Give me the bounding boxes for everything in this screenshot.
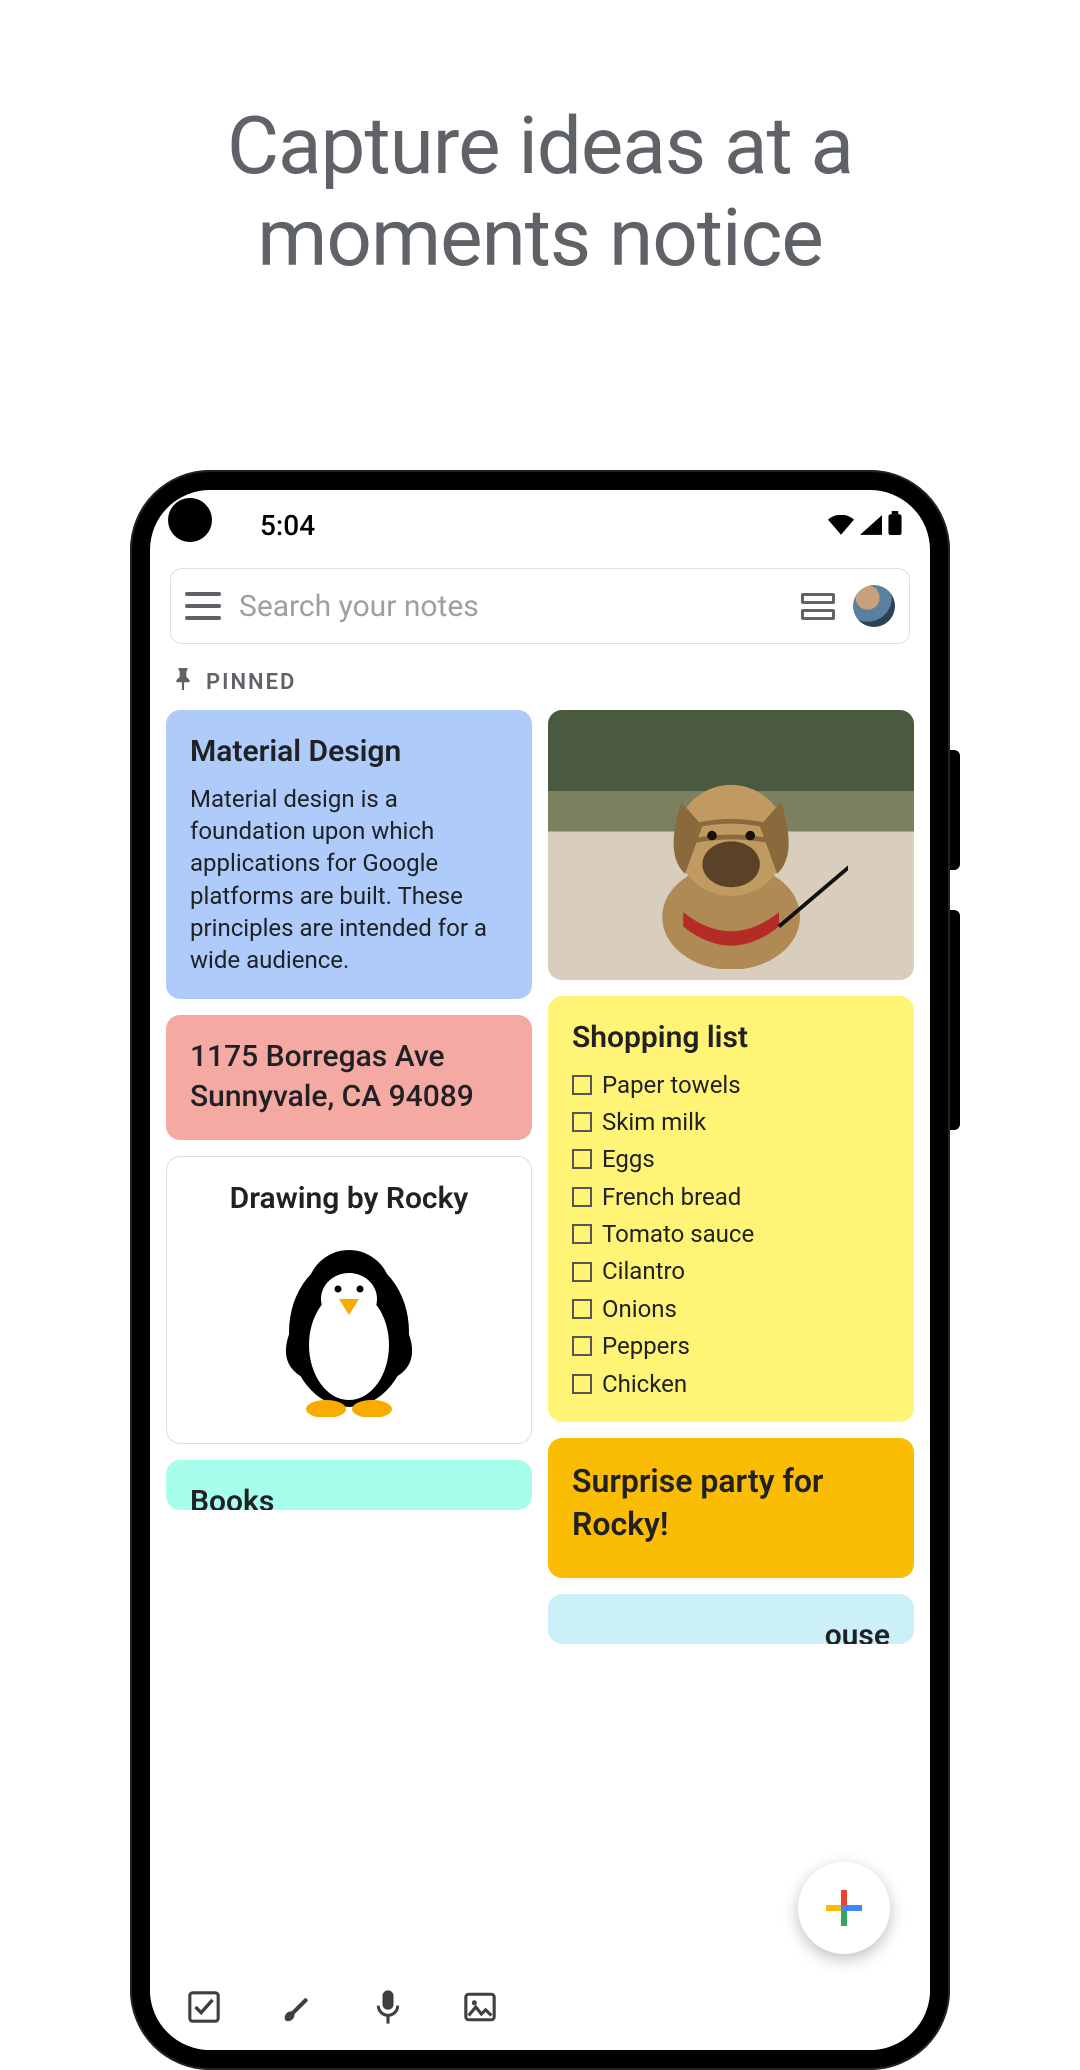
note-body: Material design is a foundation upon whi…: [190, 783, 508, 977]
checklist-item[interactable]: Paper towels: [572, 1069, 890, 1101]
checkbox-icon[interactable]: [572, 1149, 592, 1169]
note-title: Books: [190, 1482, 508, 1510]
checklist-item-label: Eggs: [602, 1143, 655, 1175]
checkbox-icon[interactable]: [572, 1187, 592, 1207]
search-bar[interactable]: Search your notes: [170, 568, 910, 644]
note-body: 1175 Borregas Ave Sunnyvale, CA 94089: [190, 1037, 508, 1118]
checklist-item[interactable]: French bread: [572, 1181, 890, 1213]
pinned-section-header: PINNED: [150, 658, 930, 710]
checkbox-icon[interactable]: [572, 1112, 592, 1132]
checkbox-icon[interactable]: [572, 1224, 592, 1244]
image-icon[interactable]: [460, 1987, 500, 2027]
note-books[interactable]: Books: [166, 1460, 532, 1510]
checklist-item[interactable]: Cilantro: [572, 1255, 890, 1287]
status-bar: 5:04: [150, 490, 930, 560]
phone-side-button: [950, 750, 960, 870]
phone-frame: 5:04 Search your notes: [130, 470, 950, 2070]
plus-icon: [822, 1886, 866, 1930]
checkbox-icon[interactable]: [572, 1336, 592, 1356]
checklist-item-label: Paper towels: [602, 1069, 741, 1101]
checklist-item-label: Onions: [602, 1293, 677, 1325]
note-title: Material Design: [190, 732, 508, 773]
checklist-item[interactable]: Tomato sauce: [572, 1218, 890, 1250]
drawing-image: [191, 1229, 507, 1421]
checkbox-icon[interactable]: [572, 1374, 592, 1394]
cellular-icon: [860, 509, 882, 542]
battery-icon: [888, 509, 902, 542]
note-title: Drawing by Rocky: [191, 1179, 507, 1220]
checklist-item-label: Peppers: [602, 1330, 690, 1362]
checkbox-tool-icon[interactable]: [184, 1987, 224, 2027]
checklist-item-label: Tomato sauce: [602, 1218, 754, 1250]
checklist-item[interactable]: Chicken: [572, 1368, 890, 1400]
wifi-icon: [828, 509, 854, 542]
checklist-item[interactable]: Skim milk: [572, 1106, 890, 1138]
note-title: Shopping list: [572, 1018, 890, 1059]
checklist-item[interactable]: Eggs: [572, 1143, 890, 1175]
note-material-design[interactable]: Material Design Material design is a fou…: [166, 710, 532, 999]
layout-toggle-icon[interactable]: [801, 593, 835, 620]
checklist-item-label: French bread: [602, 1181, 741, 1213]
microphone-icon[interactable]: [368, 1987, 408, 2027]
bottom-toolbar: [150, 1964, 930, 2050]
checklist: Paper towels Skim milk Eggs French bread Tom…: [572, 1069, 890, 1401]
checkbox-icon[interactable]: [572, 1075, 592, 1095]
checklist-item[interactable]: Peppers: [572, 1330, 890, 1362]
note-title-fragment: ouse: [572, 1616, 890, 1644]
brush-icon[interactable]: [276, 1987, 316, 2027]
account-avatar[interactable]: [853, 585, 895, 627]
checklist-item-label: Cilantro: [602, 1255, 685, 1287]
menu-icon[interactable]: [185, 592, 221, 620]
phone-screen: 5:04 Search your notes: [150, 490, 930, 2050]
note-house[interactable]: ouse: [548, 1594, 914, 1644]
phone-side-button: [950, 910, 960, 1130]
checklist-item-label: Chicken: [602, 1368, 687, 1400]
notes-area: Material Design Material design is a fou…: [150, 710, 930, 2050]
new-note-fab[interactable]: [798, 1862, 890, 1954]
checkbox-icon[interactable]: [572, 1262, 592, 1282]
phone-camera-cutout: [168, 498, 212, 542]
checklist-item[interactable]: Onions: [572, 1293, 890, 1325]
note-party[interactable]: Surprise party for Rocky!: [548, 1438, 914, 1578]
pin-icon: [174, 668, 192, 696]
checklist-item-label: Skim milk: [602, 1106, 706, 1138]
note-address[interactable]: 1175 Borregas Ave Sunnyvale, CA 94089: [166, 1015, 532, 1140]
status-time: 5:04: [260, 509, 315, 542]
note-shopping-list[interactable]: Shopping list Paper towels Skim milk Eggs F…: [548, 996, 914, 1422]
marketing-headline: Capture ideas at a moments notice: [0, 0, 1080, 344]
note-drawing[interactable]: Drawing by Rocky: [166, 1156, 532, 1445]
pinned-label: PINNED: [206, 670, 296, 695]
search-input[interactable]: Search your notes: [239, 589, 783, 624]
note-title: Surprise party for Rocky!: [572, 1460, 890, 1546]
checkbox-icon[interactable]: [572, 1299, 592, 1319]
note-photo-dog[interactable]: [548, 710, 914, 980]
